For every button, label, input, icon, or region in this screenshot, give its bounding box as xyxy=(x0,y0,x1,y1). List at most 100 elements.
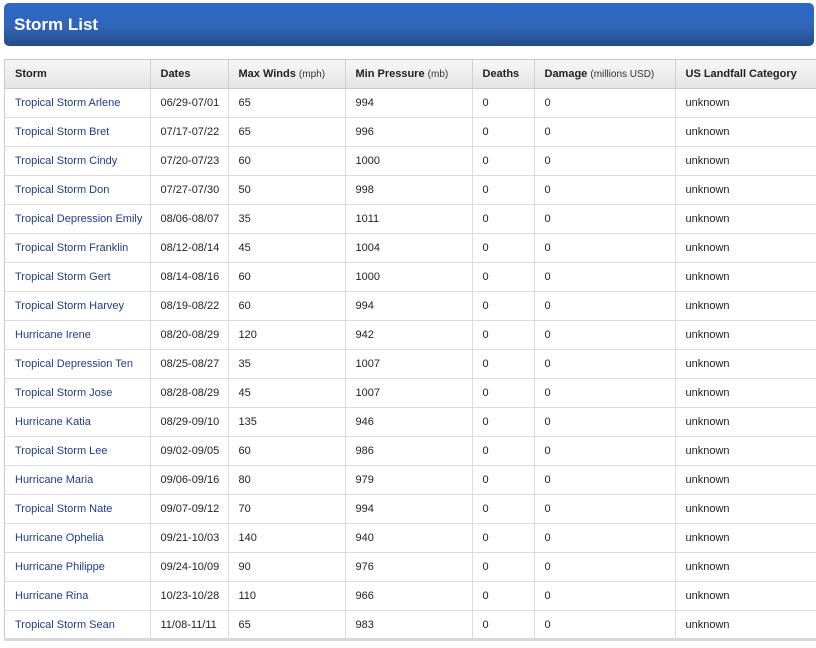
storm-link[interactable]: Hurricane Philippe xyxy=(15,561,105,573)
cell-storm: Tropical Storm Harvey xyxy=(5,291,151,321)
cell-min-pressure: 946 xyxy=(345,407,473,437)
table-row: Tropical Storm Cindy 07/20-07/23 60 1000 0 0 u… xyxy=(5,146,816,176)
column-header-label: Max Winds xyxy=(238,68,296,80)
cell-damage: 0 xyxy=(534,552,676,582)
cell-max-winds: 45 xyxy=(228,378,346,408)
cell-us-landfall-category: unknown xyxy=(675,407,816,437)
storm-link[interactable]: Tropical Storm Franklin xyxy=(15,242,128,254)
cell-max-winds: 50 xyxy=(228,175,346,205)
cell-storm: Hurricane Irene xyxy=(5,320,151,350)
cell-storm: Tropical Storm Nate xyxy=(5,494,151,524)
column-header-unit: (millions USD) xyxy=(590,69,655,80)
storm-link[interactable]: Tropical Storm Don xyxy=(15,184,109,196)
cell-us-landfall-category: unknown xyxy=(675,436,816,466)
cell-deaths: 0 xyxy=(472,146,535,176)
table-row: Hurricane Rina 10/23-10/28 110 966 0 0 unknown xyxy=(5,581,816,611)
table-row: Tropical Storm Arlene 06/29-07/01 65 994 0 0 u… xyxy=(5,88,816,118)
table-row: Hurricane Katia 08/29-09/10 135 946 0 0 unknow… xyxy=(5,407,816,437)
cell-dates: 10/23-10/28 xyxy=(150,581,229,611)
cell-us-landfall-category: unknown xyxy=(675,610,816,640)
cell-min-pressure: 966 xyxy=(345,581,473,611)
cell-deaths: 0 xyxy=(472,552,535,582)
column-header-dates[interactable]: Dates xyxy=(150,60,229,89)
title-bar: Storm List xyxy=(4,3,814,46)
cell-us-landfall-category: unknown xyxy=(675,291,816,321)
cell-storm: Tropical Storm Jose xyxy=(5,378,151,408)
table-bottom-edge xyxy=(4,638,816,641)
storm-link[interactable]: Tropical Storm Harvey xyxy=(15,300,124,312)
cell-storm: Tropical Depression Emily xyxy=(5,204,151,234)
storm-link[interactable]: Tropical Storm Cindy xyxy=(15,155,117,167)
cell-max-winds: 45 xyxy=(228,233,346,263)
cell-min-pressure: 996 xyxy=(345,117,473,147)
storm-link[interactable]: Tropical Storm Sean xyxy=(15,619,115,631)
storm-link[interactable]: Hurricane Katia xyxy=(15,416,91,428)
cell-min-pressure: 942 xyxy=(345,320,473,350)
storm-link[interactable]: Tropical Storm Nate xyxy=(15,503,112,515)
table-row: Tropical Storm Franklin 08/12-08/14 45 1004… xyxy=(5,233,816,263)
storm-link[interactable]: Tropical Depression Emily xyxy=(15,213,142,225)
column-header-max-winds[interactable]: Max Winds (mph) xyxy=(228,60,346,89)
storm-link[interactable]: Tropical Storm Bret xyxy=(15,126,109,138)
cell-us-landfall-category: unknown xyxy=(675,581,816,611)
cell-us-landfall-category: unknown xyxy=(675,117,816,147)
cell-min-pressure: 1007 xyxy=(345,378,473,408)
cell-max-winds: 65 xyxy=(228,117,346,147)
storm-link[interactable]: Hurricane Maria xyxy=(15,474,93,486)
column-header-storm[interactable]: Storm xyxy=(5,60,151,89)
storm-link[interactable]: Hurricane Ophelia xyxy=(15,532,104,544)
cell-min-pressure: 998 xyxy=(345,175,473,205)
cell-damage: 0 xyxy=(534,117,676,147)
cell-min-pressure: 1004 xyxy=(345,233,473,263)
cell-deaths: 0 xyxy=(472,407,535,437)
cell-max-winds: 140 xyxy=(228,523,346,553)
cell-dates: 08/14-08/16 xyxy=(150,262,229,292)
cell-dates: 07/20-07/23 xyxy=(150,146,229,176)
column-header-us-landfall-category[interactable]: US Landfall Category xyxy=(675,60,816,89)
table-row: Tropical Storm Jose 08/28-08/29 45 1007 0 0 un… xyxy=(5,378,816,408)
cell-deaths: 0 xyxy=(472,233,535,263)
storm-link[interactable]: Tropical Storm Lee xyxy=(15,445,108,457)
table-row: Tropical Storm Gert 08/14-08/16 60 1000 0 0 un… xyxy=(5,262,816,292)
cell-storm: Tropical Storm Lee xyxy=(5,436,151,466)
cell-storm: Tropical Storm Gert xyxy=(5,262,151,292)
cell-min-pressure: 986 xyxy=(345,436,473,466)
storm-link[interactable]: Hurricane Irene xyxy=(15,329,91,341)
storm-link[interactable]: Tropical Storm Jose xyxy=(15,387,112,399)
cell-damage: 0 xyxy=(534,233,676,263)
cell-dates: 08/28-08/29 xyxy=(150,378,229,408)
storm-table: Storm Dates Max Winds (mph) Min Pressure (m… xyxy=(5,60,816,640)
cell-deaths: 0 xyxy=(472,291,535,321)
column-header-min-pressure[interactable]: Min Pressure (mb) xyxy=(345,60,473,89)
cell-storm: Hurricane Maria xyxy=(5,465,151,495)
storm-link[interactable]: Tropical Depression Ten xyxy=(15,358,133,370)
column-header-deaths[interactable]: Deaths xyxy=(472,60,535,89)
cell-damage: 0 xyxy=(534,610,676,640)
cell-dates: 11/08-11/11 xyxy=(150,610,229,640)
column-header-damage[interactable]: Damage (millions USD) xyxy=(534,60,676,89)
column-header-label: US Landfall Category xyxy=(685,68,797,80)
cell-us-landfall-category: unknown xyxy=(675,88,816,118)
column-header-label: Damage xyxy=(544,68,588,80)
cell-us-landfall-category: unknown xyxy=(675,146,816,176)
table-body: Tropical Storm Arlene 06/29-07/01 65 994 0 0 u… xyxy=(5,88,816,640)
cell-max-winds: 60 xyxy=(228,262,346,292)
column-header-label: Dates xyxy=(160,68,191,80)
cell-storm: Hurricane Katia xyxy=(5,407,151,437)
cell-damage: 0 xyxy=(534,146,676,176)
storm-link[interactable]: Hurricane Rina xyxy=(15,590,88,602)
cell-max-winds: 80 xyxy=(228,465,346,495)
cell-min-pressure: 994 xyxy=(345,291,473,321)
storm-link[interactable]: Tropical Storm Gert xyxy=(15,271,111,283)
storm-link[interactable]: Tropical Storm Arlene xyxy=(15,97,120,109)
cell-storm: Hurricane Philippe xyxy=(5,552,151,582)
cell-damage: 0 xyxy=(534,262,676,292)
cell-damage: 0 xyxy=(534,378,676,408)
cell-storm: Tropical Storm Franklin xyxy=(5,233,151,263)
cell-min-pressure: 983 xyxy=(345,610,473,640)
cell-deaths: 0 xyxy=(472,88,535,118)
cell-min-pressure: 979 xyxy=(345,465,473,495)
cell-dates: 08/20-08/29 xyxy=(150,320,229,350)
table-row: Hurricane Ophelia 09/21-10/03 140 940 0 0 unkn… xyxy=(5,523,816,553)
cell-storm: Tropical Storm Cindy xyxy=(5,146,151,176)
